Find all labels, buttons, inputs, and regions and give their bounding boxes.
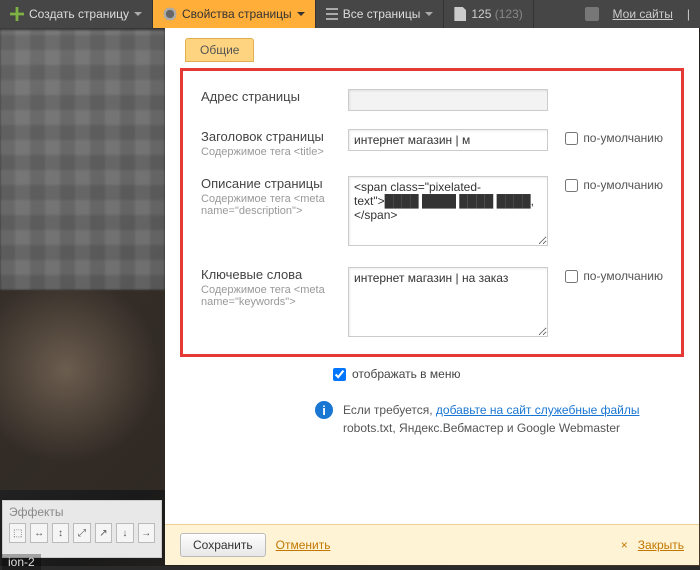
top-toolbar: Создать страницу Свойства страницы Все с…: [0, 0, 700, 28]
cancel-link[interactable]: Отменить: [276, 538, 331, 552]
keywords-label: Ключевые слова: [201, 267, 336, 282]
page-properties-label: Свойства страницы: [182, 7, 292, 21]
effect-expand-icon[interactable]: ⤢: [73, 523, 90, 543]
effect-arrows-h-icon[interactable]: ↔: [30, 523, 47, 543]
create-page-button[interactable]: Создать страницу: [0, 0, 153, 28]
effect-arrow-right-icon[interactable]: →: [138, 523, 155, 543]
effect-arrows-v-icon[interactable]: ↕: [52, 523, 69, 543]
close-x-icon: ×: [621, 538, 628, 552]
description-textarea[interactable]: <span class="pixelated-text">████ ████ █…: [348, 176, 548, 246]
keywords-default-label: по-умолчанию: [583, 269, 663, 283]
description-label: Описание страницы: [201, 176, 336, 191]
my-sites-link[interactable]: Мои сайты: [613, 7, 673, 21]
effects-title: Эффекты: [9, 505, 155, 519]
effect-diag-icon[interactable]: ↗: [95, 523, 112, 543]
background-pixelated: [0, 30, 165, 290]
list-icon: [326, 8, 338, 20]
keywords-default-checkbox[interactable]: [565, 270, 578, 283]
keywords-textarea[interactable]: интернет магазин | на заказ: [348, 267, 548, 337]
effect-dashed-icon[interactable]: ⬚: [9, 523, 26, 543]
effect-arrow-down-icon[interactable]: ↓: [116, 523, 133, 543]
keywords-sub: Содержимое тега <meta name="keywords">: [201, 284, 336, 308]
chevron-down-icon: [134, 12, 142, 20]
info-link[interactable]: добавьте на сайт служебные файлы: [436, 403, 640, 417]
all-pages-button[interactable]: Все страницы: [316, 0, 445, 28]
page-counter[interactable]: 125 (123): [444, 0, 533, 28]
info-icon: i: [315, 401, 333, 419]
toolbar-divider: |: [687, 7, 690, 21]
create-page-label: Создать страницу: [29, 7, 129, 21]
effects-panel: Эффекты ⬚ ↔ ↕ ⤢ ↗ ↓ →: [2, 500, 162, 558]
section-label: ion-2: [2, 554, 41, 570]
close-link[interactable]: Закрыть: [638, 538, 684, 552]
plus-icon: [10, 7, 24, 21]
save-button[interactable]: Сохранить: [180, 533, 266, 557]
address-input[interactable]: [348, 89, 548, 111]
background-photo: [0, 290, 165, 490]
chevron-down-icon: [425, 12, 433, 20]
page-count-dim: (123): [495, 7, 523, 21]
modal-footer: Сохранить Отменить × Закрыть: [165, 524, 699, 565]
title-sub: Содержимое тега <title>: [201, 146, 336, 158]
page-icon: [454, 7, 466, 21]
description-default-checkbox[interactable]: [565, 179, 578, 192]
gear-icon: [163, 7, 177, 21]
highlighted-form-area: Адрес страницы Заголовок страницы Содерж…: [180, 68, 684, 357]
page-count: 125: [471, 7, 491, 21]
tab-general[interactable]: Общие: [185, 38, 254, 62]
title-input[interactable]: [348, 129, 548, 151]
info-prefix: Если требуется,: [343, 403, 436, 417]
title-default-label: по-умолчанию: [583, 131, 663, 145]
page-properties-panel: Общие Адрес страницы Заголовок страницы …: [165, 28, 699, 565]
address-label: Адрес страницы: [201, 89, 336, 104]
title-default-checkbox[interactable]: [565, 132, 578, 145]
description-default-label: по-умолчанию: [583, 178, 663, 192]
description-sub: Содержимое тега <meta name="description"…: [201, 193, 336, 217]
all-pages-label: Все страницы: [343, 7, 421, 21]
title-label: Заголовок страницы: [201, 129, 336, 144]
avatar: [585, 7, 599, 21]
chevron-down-icon: [297, 12, 305, 20]
show-in-menu-checkbox[interactable]: [333, 368, 346, 381]
show-in-menu-label: отображать в меню: [352, 367, 460, 381]
info-line2: robots.txt, Яндекс.Вебмастер и Google We…: [343, 421, 620, 435]
page-properties-button[interactable]: Свойства страницы: [153, 0, 316, 28]
